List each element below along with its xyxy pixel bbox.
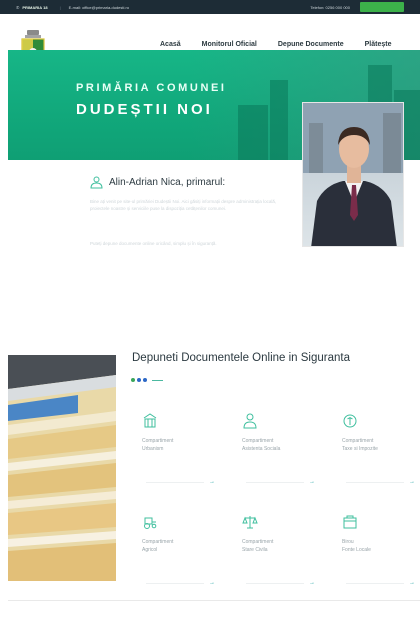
divider-dot	[131, 378, 135, 382]
folder-icon	[343, 515, 357, 529]
mayor-photo	[303, 103, 403, 246]
topbar-phone-icon: ✆	[16, 4, 20, 10]
tractor-icon	[144, 517, 157, 529]
topbar-cta-button[interactable]	[360, 2, 404, 12]
services-section-title: Depuneti Documentele Online in Siguranta	[132, 352, 350, 364]
coin-icon	[343, 414, 357, 428]
card-footer-line	[246, 482, 304, 483]
service-card-asistenta-sociala[interactable]: Compartiment Asistenta Sociala →	[232, 413, 320, 491]
card-footer-line	[146, 583, 204, 584]
hero-title-line1: PRIMĂRIA COMUNEI	[76, 82, 227, 94]
nav-item-home[interactable]: Acasă	[160, 41, 181, 48]
mayor-bio-paragraph-2: Puteți depune documente online oricând, …	[90, 241, 217, 246]
arrow-right-icon[interactable]: →	[209, 479, 215, 485]
service-card-label: Compartiment Agricol	[142, 539, 174, 553]
service-card-label: Compartiment Taxe si Impozite	[342, 438, 378, 452]
arrow-right-icon[interactable]: →	[209, 580, 215, 586]
card-footer-line	[346, 583, 404, 584]
service-card-agricol[interactable]: Compartiment Agricol →	[132, 514, 220, 592]
scales-icon	[242, 516, 258, 529]
service-card-label: Birou Fonte Locale	[342, 539, 371, 553]
documents-folder-image	[8, 355, 116, 581]
card-footer-line	[146, 482, 204, 483]
service-card-stare-civila[interactable]: Compartiment Stare Civila →	[232, 514, 320, 592]
mayor-bio-paragraph: Bine ați venit pe site-ul primăriei Dude…	[90, 199, 277, 211]
topbar-brand[interactable]: PRIMARIA 18	[22, 5, 47, 10]
top-bar: ✆ PRIMARIA 18 | E-mail: office@primaria-…	[0, 0, 420, 14]
arrow-right-icon[interactable]: →	[309, 580, 315, 586]
building-icon	[143, 413, 157, 428]
service-card-label: Compartiment Stare Civila	[242, 539, 274, 553]
topbar-email[interactable]: E-mail: office@primaria-dudesti.ro	[69, 5, 129, 10]
service-card-urbanism[interactable]: Compartiment Urbanism →	[132, 413, 220, 491]
service-card-label: Compartiment Urbanism	[142, 438, 174, 452]
section-divider-dots	[131, 378, 163, 382]
hero-building-shape	[238, 105, 268, 160]
card-footer-line	[246, 583, 304, 584]
divider-dot	[137, 378, 141, 382]
service-card-label: Compartiment Asistenta Sociala	[242, 438, 281, 452]
hero-building-shape	[270, 80, 288, 160]
divider-dot	[143, 378, 147, 382]
nav-item-monitorul-oficial[interactable]: Monitorul Oficial	[202, 41, 257, 48]
mayor-greeting: Alin-Adrian Nica, primarul:	[90, 176, 225, 189]
card-footer-line	[346, 482, 404, 483]
service-card-fonte-locale[interactable]: Birou Fonte Locale →	[332, 514, 420, 592]
topbar-phone[interactable]: Telefon: 0256 000 000	[310, 5, 350, 10]
mayor-name: Alin-Adrian Nica, primarul:	[109, 177, 226, 188]
person-icon	[243, 413, 257, 429]
main-nav: Acasă Monitorul Oficial Depune Documente…	[160, 41, 412, 48]
arrow-right-icon[interactable]: →	[409, 479, 415, 485]
divider-line	[152, 379, 163, 381]
mayor-portrait	[302, 102, 404, 247]
arrow-right-icon[interactable]: →	[309, 479, 315, 485]
nav-item-plateste[interactable]: Plătește	[365, 41, 392, 48]
page-bottom-divider	[8, 600, 420, 601]
service-card-taxe-impozite[interactable]: Compartiment Taxe si Impozite →	[332, 413, 420, 491]
person-icon	[90, 176, 103, 189]
file-folders-photo	[8, 355, 116, 581]
arrow-right-icon[interactable]: →	[409, 580, 415, 586]
hero-title-line2: DUDEȘTII NOI	[76, 101, 213, 118]
topbar-divider: |	[59, 4, 61, 10]
nav-item-depune-documente[interactable]: Depune Documente	[278, 41, 344, 48]
